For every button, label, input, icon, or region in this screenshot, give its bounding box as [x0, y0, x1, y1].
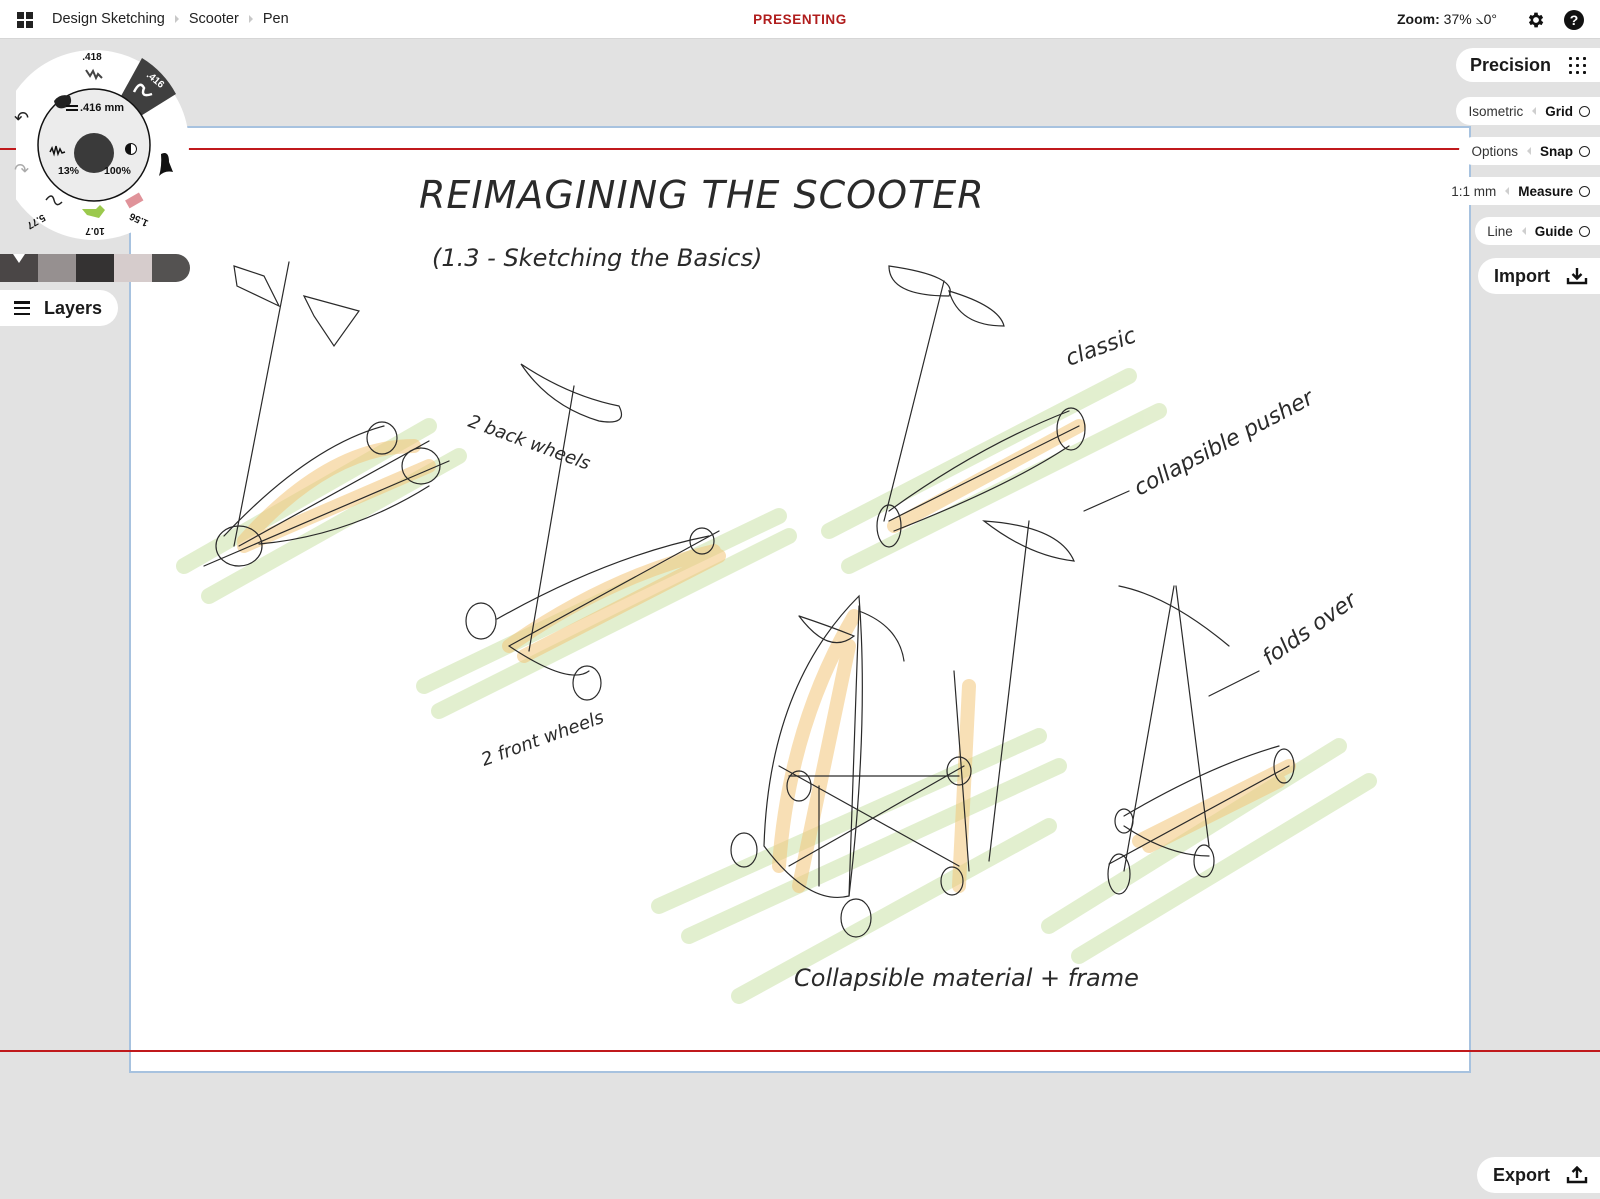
zoom-value: 37% — [1443, 11, 1472, 27]
note-folds-over: folds over — [1258, 587, 1363, 671]
zoom-readout[interactable]: Zoom: 37% ⦣0° — [1397, 11, 1497, 28]
snap-option[interactable]: Options — [1471, 144, 1518, 159]
top-bar: Design Sketching Scooter Pen PRESENTING … — [0, 0, 1600, 39]
snap-label: Snap — [1539, 143, 1573, 159]
precision-button[interactable]: Precision — [1456, 48, 1600, 82]
import-label: Import — [1494, 265, 1550, 286]
pencil-size: .418 — [82, 52, 102, 63]
chevron-left-icon — [1521, 227, 1526, 235]
gear-icon[interactable] — [1526, 10, 1546, 30]
guide-label: Guide — [1534, 223, 1573, 239]
guide-option[interactable]: Line — [1487, 224, 1513, 239]
redo-icon[interactable]: ↷ — [14, 161, 34, 179]
toggle-off-icon[interactable] — [1579, 145, 1590, 157]
toggle-off-icon[interactable] — [1579, 225, 1590, 237]
grid-label: Grid — [1545, 103, 1573, 119]
brush-wheel[interactable]: .418 .416 1.56 10.7 5.77 .416 mm 13% 100… — [16, 48, 190, 242]
import-icon — [1566, 268, 1588, 285]
grid-dots-icon — [1569, 56, 1587, 74]
breadcrumb-separator-icon — [248, 15, 253, 23]
swatch-3[interactable] — [76, 254, 114, 282]
swatch-5[interactable] — [152, 254, 190, 282]
grid-option[interactable]: Isometric — [1468, 104, 1523, 119]
export-icon — [1566, 1166, 1588, 1184]
export-label: Export — [1492, 1164, 1550, 1185]
toggle-off-icon[interactable] — [1579, 185, 1590, 197]
note-back-wheels: 2 back wheels — [465, 411, 593, 475]
toggle-measure[interactable]: 1:1 mm Measure — [1439, 177, 1600, 205]
swatch-2[interactable] — [38, 254, 76, 282]
highlighter-size: 10.7 — [85, 225, 105, 236]
toggle-guide[interactable]: Line Guide — [1475, 217, 1600, 245]
breadcrumb: Design Sketching Scooter Pen — [52, 11, 289, 27]
size-bar-icon — [66, 109, 78, 111]
sketch-title: REIMAGINING THE SCOOTER — [419, 173, 985, 217]
breadcrumb-gallery[interactable]: Design Sketching — [52, 11, 165, 27]
color-swatches — [0, 254, 190, 282]
measure-option[interactable]: 1:1 mm — [1451, 184, 1496, 199]
layers-label: Layers — [44, 297, 103, 318]
contrast-value[interactable]: 100% — [104, 165, 132, 177]
size-readout[interactable]: .416 mm — [80, 102, 124, 114]
toggle-grid[interactable]: Isometric Grid — [1456, 97, 1600, 125]
note-collapsible-frame: Collapsible material + frame — [794, 964, 1139, 992]
breadcrumb-separator-icon — [174, 15, 179, 23]
export-button[interactable]: Export — [1476, 1157, 1600, 1193]
swatch-4[interactable] — [114, 254, 152, 282]
measure-label: Measure — [1518, 183, 1573, 199]
chevron-left-icon — [1526, 147, 1531, 155]
ink-pen-strokes — [203, 261, 1295, 938]
zoom-label: Zoom: — [1397, 11, 1440, 27]
note-classic: classic — [1063, 323, 1140, 371]
chevron-left-icon — [1505, 187, 1510, 195]
toggle-off-icon[interactable] — [1579, 105, 1590, 117]
breadcrumb-tool[interactable]: Pen — [263, 11, 289, 27]
size-bar-icon — [66, 105, 78, 107]
note-front-wheels: 2 front wheels — [479, 707, 607, 771]
layers-button[interactable]: Layers — [0, 290, 118, 326]
opacity-value[interactable]: 13% — [58, 165, 80, 177]
help-icon[interactable]: ? — [1564, 10, 1584, 30]
toggle-snap[interactable]: Options Snap — [1459, 137, 1600, 165]
import-button[interactable]: Import — [1478, 258, 1600, 294]
rotation-value: ⦣0° — [1475, 11, 1498, 27]
chevron-left-icon — [1532, 107, 1537, 115]
precision-label: Precision — [1470, 54, 1552, 75]
sketch-subtitle: (1.3 - Sketching the Basics) — [432, 244, 762, 272]
sketch-artwork: REIMAGINING THE SCOOTER (1.3 - Sketching… — [176, 173, 1377, 1004]
swatch-1[interactable] — [0, 254, 38, 282]
undo-icon[interactable]: ↶ — [14, 109, 34, 127]
layers-icon — [14, 301, 30, 315]
note-collapsible-pusher: collapsible pusher — [1130, 385, 1319, 502]
breadcrumb-drawing[interactable]: Scooter — [189, 11, 239, 27]
presenting-status: PRESENTING — [753, 12, 847, 27]
grid-apps-icon[interactable] — [17, 12, 33, 28]
